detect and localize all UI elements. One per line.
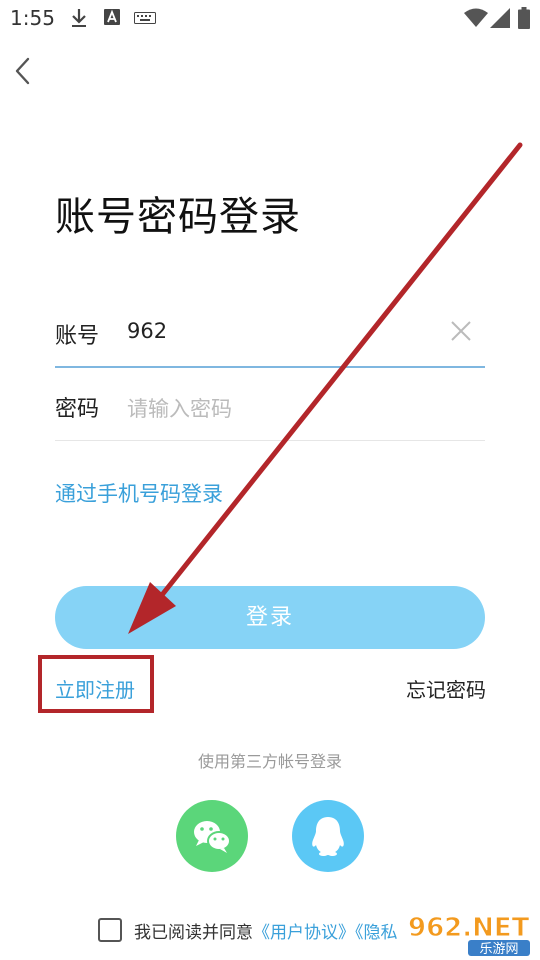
wechat-login-button[interactable] bbox=[176, 800, 248, 872]
clear-icon[interactable] bbox=[450, 320, 472, 342]
forgot-password-link[interactable]: 忘记密码 bbox=[406, 674, 486, 703]
watermark-sub: 乐游网 bbox=[479, 942, 518, 957]
status-time: 1:55 bbox=[10, 6, 55, 30]
agreement-text: 我已阅读并同意《用户协议》《隐私 bbox=[134, 918, 398, 943]
third-party-label: 使用第三方帐号登录 bbox=[197, 752, 342, 771]
watermark-brand: 962.NET bbox=[408, 913, 530, 943]
site-watermark: 962.NET 乐游网 bbox=[408, 913, 531, 958]
privacy-link[interactable]: 《隐私 bbox=[355, 923, 398, 943]
qq-icon bbox=[312, 817, 344, 856]
wechat-icon bbox=[194, 821, 231, 853]
signal-icon bbox=[490, 8, 510, 28]
password-label: 密码 bbox=[55, 397, 100, 422]
login-button[interactable]: 登录 bbox=[55, 586, 485, 649]
agree-checkbox[interactable] bbox=[98, 918, 122, 942]
wifi-icon bbox=[464, 8, 488, 27]
status-bar: 1:55 bbox=[0, 0, 540, 36]
page-title: 账号密码登录 bbox=[55, 194, 301, 240]
account-input[interactable]: 962 bbox=[127, 319, 167, 343]
account-underline bbox=[55, 366, 485, 368]
annotation-highlight-box bbox=[38, 655, 154, 713]
user-agreement-link[interactable]: 《用户协议》 bbox=[253, 923, 355, 943]
account-label: 账号 bbox=[55, 324, 100, 349]
keyboard-a-icon bbox=[104, 9, 120, 25]
back-icon[interactable] bbox=[10, 56, 40, 86]
qq-login-button[interactable] bbox=[292, 800, 364, 872]
password-underline bbox=[55, 440, 485, 441]
agreement-prefix: 我已阅读并同意 bbox=[134, 923, 253, 943]
keyboard-icon bbox=[134, 12, 156, 24]
phone-login-link[interactable]: 通过手机号码登录 bbox=[55, 478, 223, 508]
password-input[interactable]: 请输入密码 bbox=[127, 393, 232, 423]
download-icon bbox=[72, 9, 86, 27]
battery-icon bbox=[518, 7, 530, 29]
